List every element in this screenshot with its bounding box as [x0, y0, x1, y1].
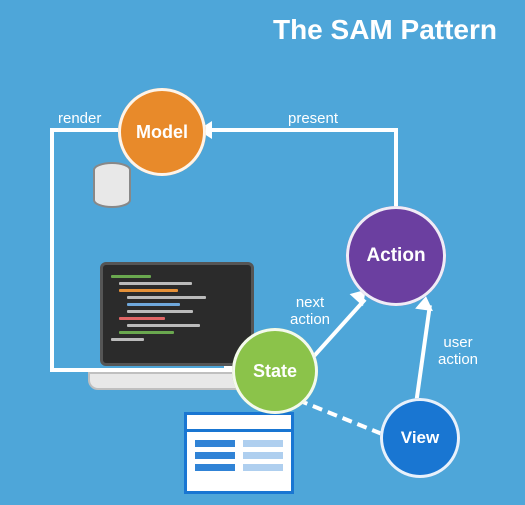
node-state: State: [232, 328, 318, 414]
edge-render: [50, 128, 54, 372]
node-label: Action: [366, 245, 425, 267]
database-icon: [90, 162, 134, 210]
node-action: Action: [346, 206, 446, 306]
edge-user-action: [414, 305, 432, 405]
node-label: View: [401, 428, 439, 448]
edge-label-next-action: next action: [290, 294, 330, 329]
edge-label-present: present: [288, 110, 338, 127]
edge-label-render: render: [58, 110, 101, 127]
node-label: State: [253, 361, 297, 382]
node-model: Model: [118, 88, 206, 176]
edge-present: [394, 130, 398, 210]
node-label: Model: [136, 122, 188, 143]
diagram-title: The SAM Pattern: [273, 14, 497, 46]
document-window-icon: [184, 412, 294, 494]
sam-pattern-diagram: The SAM Pattern: [0, 0, 525, 505]
edge-label-user-action: user action: [438, 334, 478, 369]
edge-present: [208, 128, 398, 132]
node-view: View: [380, 398, 460, 478]
edge-render: [50, 128, 120, 132]
